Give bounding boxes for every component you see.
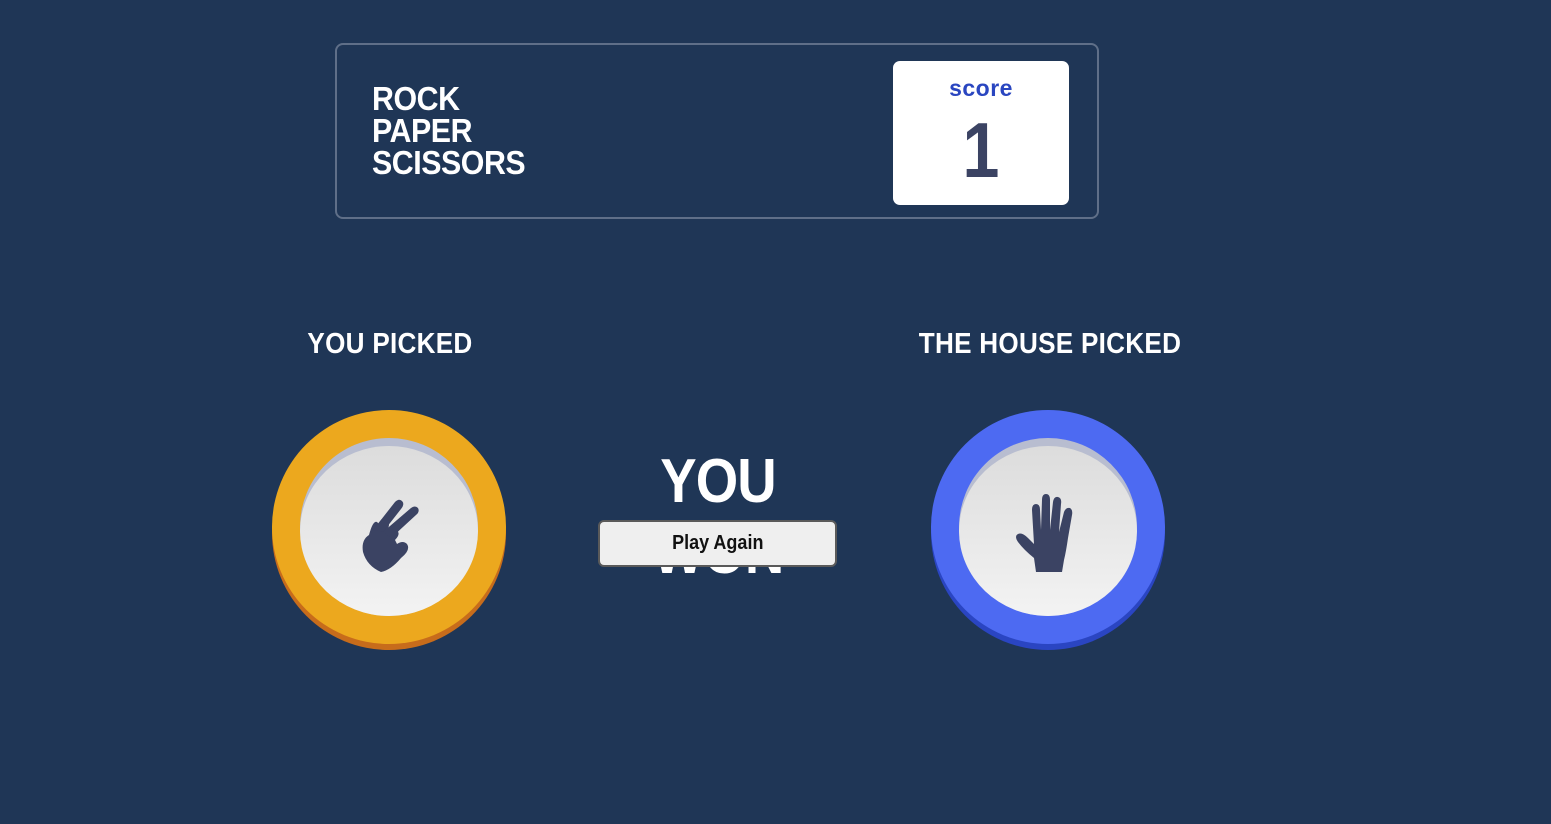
header-bar: ROCK PAPER SCISSORS score 1 [335, 43, 1099, 219]
title-line-paper: PAPER [372, 112, 473, 149]
game-page: ROCK PAPER SCISSORS score 1 YOU PICKED T… [0, 0, 1551, 824]
play-again-label: Play Again [671, 532, 764, 554]
paper-hand-icon [1016, 494, 1073, 572]
score-box: score 1 [893, 61, 1069, 205]
house-picked-label: THE HOUSE PICKED [918, 328, 1182, 360]
title-line-rock: ROCK [372, 80, 460, 117]
house-paper-token [931, 410, 1165, 650]
score-label: score [949, 75, 1013, 101]
title-line-scissors: SCISSORS [372, 144, 526, 181]
score-value: 1 [962, 106, 1000, 194]
play-again-button[interactable]: Play Again [598, 520, 837, 567]
player-scissors-token [272, 410, 506, 650]
you-picked-label: YOU PICKED [307, 328, 473, 360]
game-title: ROCK PAPER SCISSORS [372, 80, 526, 181]
scissors-hand-icon [362, 499, 419, 572]
